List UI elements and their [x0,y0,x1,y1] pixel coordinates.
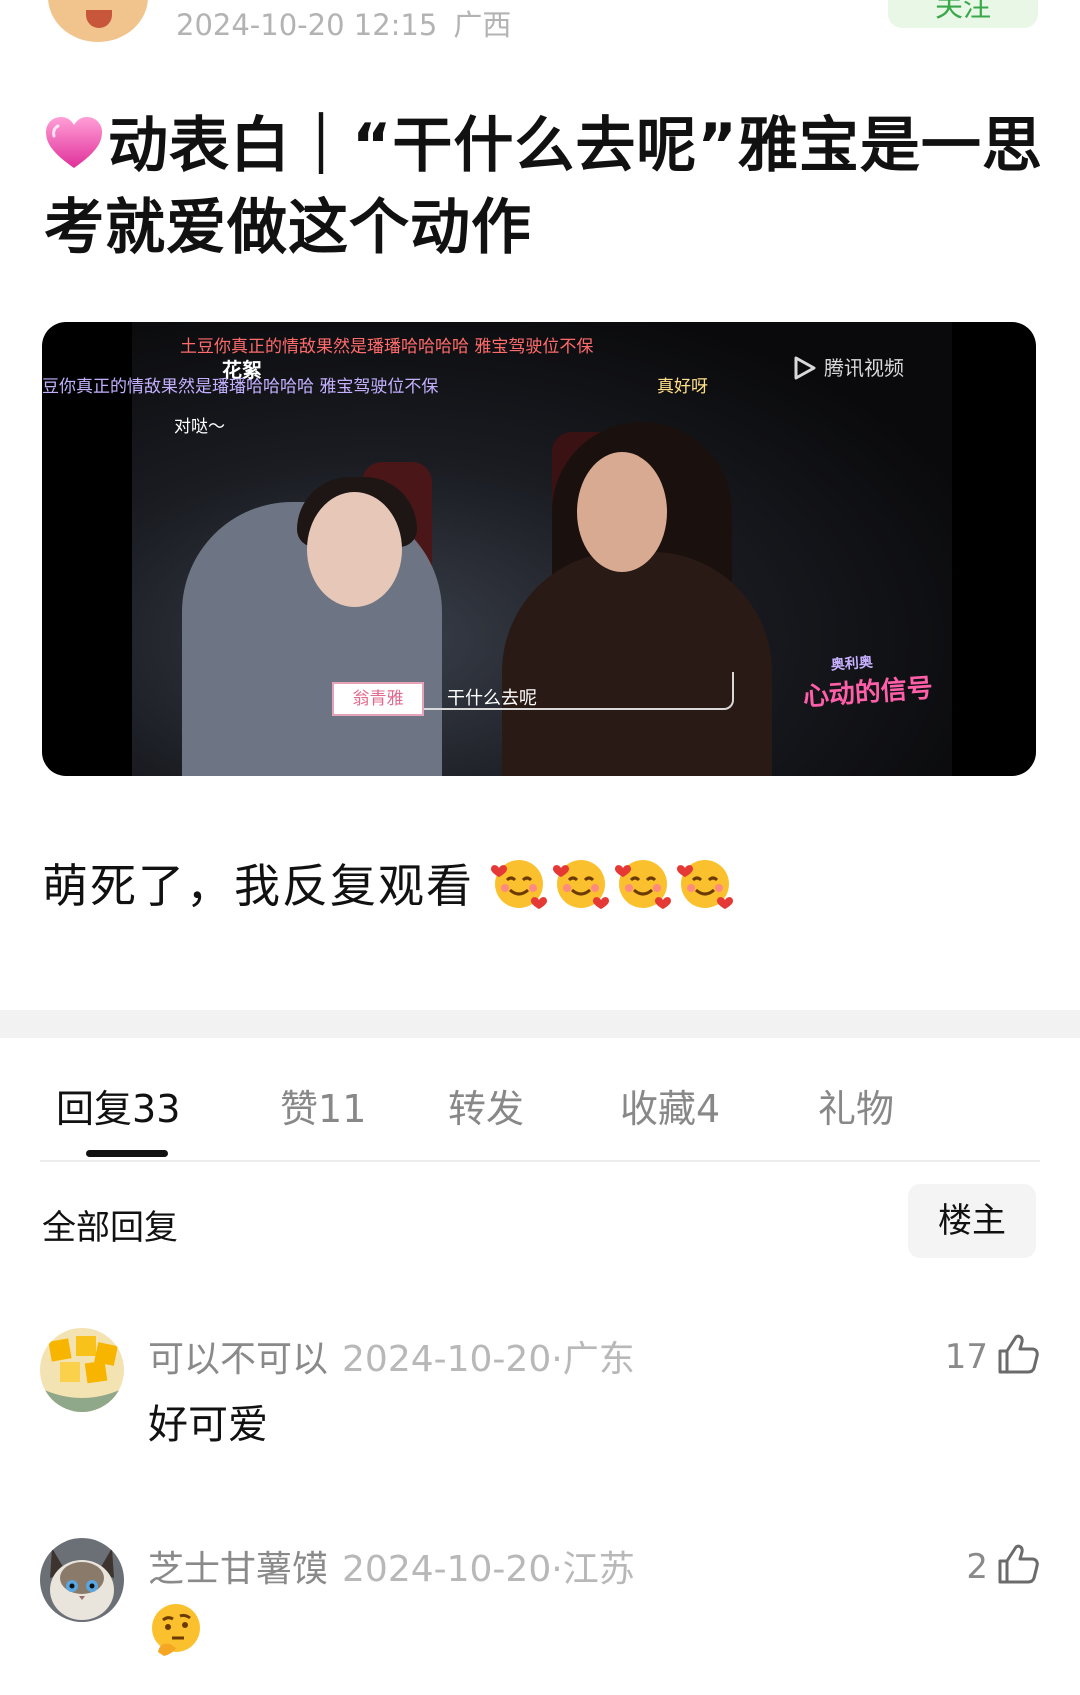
smiling-hearts-emoji [676,860,733,909]
post-body: 萌死了，我反复观看 [42,850,739,923]
thumbs-up-icon [998,1334,1039,1374]
commenter-meta: 可以不可以 2024-10-20·广东 [148,1330,635,1382]
danmu-comment: 真好呀 [657,377,708,397]
comment-like-count: 2 [966,1547,988,1587]
play-icon [794,356,816,380]
tab-favorites-count: 4 [696,1087,721,1131]
comment-text [148,1602,204,1668]
interaction-tabs: 回复33 赞11 转发 收藏4 礼物 [0,1040,1080,1160]
comment-like-button[interactable]: 2 [966,1542,1040,1587]
video-player[interactable]: 土豆你真正的情敌果然是璠璠哈哈哈哈 雅宝驾驶位不保 花絮 豆你真正的情敌果然是璠… [42,322,1036,776]
section-divider [0,1010,1080,1038]
author-avatar[interactable] [48,0,148,42]
speaker-name-tag: 翁青雅 [332,682,424,716]
tab-reposts[interactable]: 转发 [448,1078,524,1133]
commenter-meta: 芝士甘薯馍 2024-10-20·江苏 [148,1540,635,1592]
comment-text: 好可爱 [148,1402,268,1448]
commenter-name[interactable]: 可以不可以 [148,1339,328,1380]
active-tab-indicator [86,1150,168,1157]
commenter-avatar[interactable] [40,1328,124,1412]
tab-replies-count: 33 [132,1087,181,1131]
comment-date: 2024-10-20·广东 [342,1339,635,1380]
smiling-hearts-emoji [552,860,609,909]
commenter-avatar[interactable] [40,1538,124,1622]
show-logo: 奥利奥 心动的信号 [801,654,934,713]
heart-icon [46,117,102,168]
tabs-divider [40,1160,1040,1162]
commenter-name[interactable]: 芝士甘薯馍 [148,1549,328,1590]
danmu-comment: 豆你真正的情敌果然是璠璠哈哈哈哈 雅宝驾驶位不保 [42,377,439,397]
tab-replies[interactable]: 回复33 [56,1078,180,1133]
post-date: 2024-10-20 12:15 [176,8,438,42]
emoji-row [490,856,739,923]
platform-watermark: 腾讯视频 [792,352,904,381]
post-title: 动表白｜“干什么去呢”雅宝是一思考就爱做这个动作 [44,105,1044,269]
tab-likes-count: 11 [318,1087,367,1131]
tab-likes[interactable]: 赞11 [280,1078,366,1133]
thinking-emoji [152,1604,200,1656]
post-meta: 2024-10-20 12:15 广西 [176,2,511,44]
post-header: 2024-10-20 12:15 广西 关注 [0,0,1080,60]
danmu-comment: 对哒～ [174,417,225,437]
smiling-hearts-emoji [614,860,671,909]
comment-like-button[interactable]: 17 [945,1332,1040,1377]
all-replies-label: 全部回复 [42,1208,178,1248]
tab-favorites[interactable]: 收藏4 [620,1078,720,1133]
post-body-text: 萌死了，我反复观看 [42,859,474,913]
tab-gifts[interactable]: 礼物 [818,1078,894,1133]
post-location: 广西 [453,8,512,42]
follow-button[interactable]: 关注 [888,0,1038,28]
comment-date: 2024-10-20·江苏 [342,1549,635,1590]
video-subtitle: 干什么去呢 [447,688,537,709]
owner-only-filter-button[interactable]: 楼主 [908,1184,1036,1258]
comment-like-count: 17 [944,1337,988,1377]
post-title-text: 动表白｜“干什么去呢”雅宝是一思考就爱做这个动作 [44,111,1043,263]
smiling-hearts-emoji [490,860,547,909]
thumbs-up-icon [998,1544,1039,1584]
